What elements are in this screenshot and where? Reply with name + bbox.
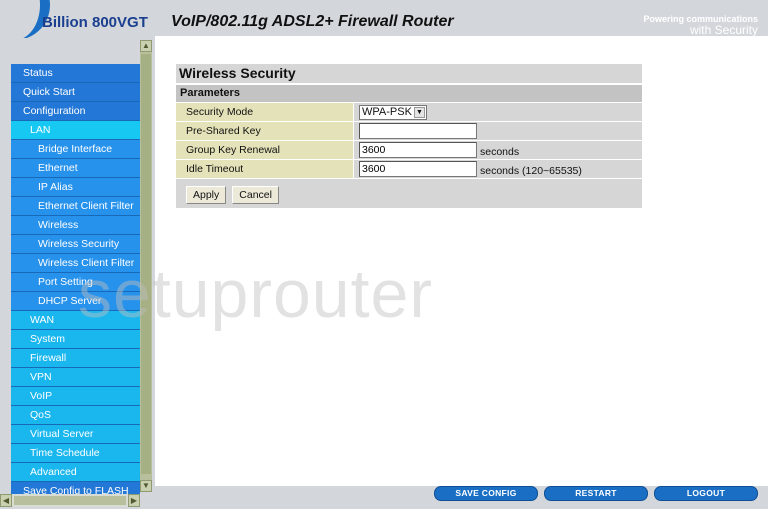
sidebar-item-lan[interactable]: LAN	[11, 121, 140, 140]
sidebar-item-wireless-security[interactable]: Wireless Security	[11, 235, 140, 254]
sidebar-item-system[interactable]: System	[11, 330, 140, 349]
group-key-renewal-label: Group Key Renewal	[176, 141, 354, 159]
sidebar-item-advanced[interactable]: Advanced	[11, 463, 140, 482]
group-key-renewal-row: Group Key Renewal seconds	[176, 141, 642, 160]
sidebar-item-time-schedule[interactable]: Time Schedule	[11, 444, 140, 463]
apply-button[interactable]: Apply	[186, 186, 227, 204]
sidebar-item-firewall[interactable]: Firewall	[11, 349, 140, 368]
pre-shared-key-label: Pre-Shared Key	[176, 122, 354, 140]
wireless-security-panel: Wireless Security Parameters Security Mo…	[176, 64, 642, 208]
tagline: Powering communications with Security	[643, 14, 758, 36]
header: Billion 800VGT VoIP/802.11g ADSL2+ Firew…	[0, 0, 768, 40]
sidebar: Status Quick Start Configuration LAN Bridge …	[0, 38, 155, 501]
idle-timeout-unit: seconds (120~65535)	[480, 165, 582, 177]
logout-button[interactable]: LOGOUT	[654, 486, 758, 501]
sidebar-item-ethernet-client-filter[interactable]: Ethernet Client Filter	[11, 197, 140, 216]
pre-shared-key-row: Pre-Shared Key	[176, 122, 642, 141]
sidebar-item-bridge-interface[interactable]: Bridge Interface	[11, 140, 140, 159]
sidebar-item-qos[interactable]: QoS	[11, 406, 140, 425]
hscroll-thumb[interactable]	[14, 496, 126, 505]
sidebar-item-quick-start[interactable]: Quick Start	[11, 83, 140, 102]
sidebar-item-vpn[interactable]: VPN	[11, 368, 140, 387]
section-header: Parameters	[176, 85, 642, 103]
idle-timeout-input[interactable]	[359, 161, 477, 177]
sidebar-horizontal-scrollbar[interactable]: ◀ ▶	[0, 494, 140, 507]
form-actions: Apply Cancel	[176, 179, 642, 208]
idle-timeout-label: Idle Timeout	[176, 160, 354, 178]
idle-timeout-row: Idle Timeout seconds (120~65535)	[176, 160, 642, 179]
chevron-down-icon[interactable]: ▼	[414, 106, 425, 118]
scroll-thumb[interactable]	[141, 54, 151, 474]
sidebar-item-wireless-client-filter[interactable]: Wireless Client Filter	[11, 254, 140, 273]
group-key-renewal-unit: seconds	[480, 146, 520, 158]
security-mode-row: Security Mode WPA-PSK ▼	[176, 103, 642, 122]
pre-shared-key-input[interactable]	[359, 123, 477, 139]
sidebar-item-voip[interactable]: VoIP	[11, 387, 140, 406]
sidebar-item-wireless[interactable]: Wireless	[11, 216, 140, 235]
sidebar-item-dhcp-server[interactable]: DHCP Server	[11, 292, 140, 311]
security-mode-label: Security Mode	[176, 103, 354, 121]
scroll-up-icon[interactable]: ▲	[140, 40, 152, 52]
sidebar-vertical-scrollbar[interactable]: ▲ ▼	[140, 40, 152, 492]
group-key-renewal-input[interactable]	[359, 142, 477, 158]
scroll-right-icon[interactable]: ▶	[128, 494, 140, 507]
sidebar-item-configuration[interactable]: Configuration	[11, 102, 140, 121]
tagline-line2: with Security	[689, 23, 758, 37]
product-title: VoIP/802.11g ADSL2+ Firewall Router	[171, 13, 454, 30]
security-mode-value: WPA-PSK	[362, 106, 412, 118]
sidebar-item-wan[interactable]: WAN	[11, 311, 140, 330]
brand-name: Billion 800VGT	[42, 14, 148, 31]
security-mode-select[interactable]: WPA-PSK ▼	[359, 104, 427, 120]
save-config-button[interactable]: SAVE CONFIG	[434, 486, 538, 501]
sidebar-item-port-setting[interactable]: Port Setting	[11, 273, 140, 292]
restart-button[interactable]: RESTART	[544, 486, 648, 501]
sidebar-item-virtual-server[interactable]: Virtual Server	[11, 425, 140, 444]
scroll-down-icon[interactable]: ▼	[140, 480, 152, 492]
footer-bar: SAVE CONFIG RESTART LOGOUT	[155, 486, 768, 509]
scroll-left-icon[interactable]: ◀	[0, 494, 12, 507]
sidebar-menu: Status Quick Start Configuration LAN Bridge …	[11, 64, 140, 501]
cancel-button[interactable]: Cancel	[232, 186, 279, 204]
sidebar-item-ethernet[interactable]: Ethernet	[11, 159, 140, 178]
sidebar-item-status[interactable]: Status	[11, 64, 140, 83]
sidebar-item-ip-alias[interactable]: IP Alias	[11, 178, 140, 197]
page-title: Wireless Security	[176, 64, 642, 85]
